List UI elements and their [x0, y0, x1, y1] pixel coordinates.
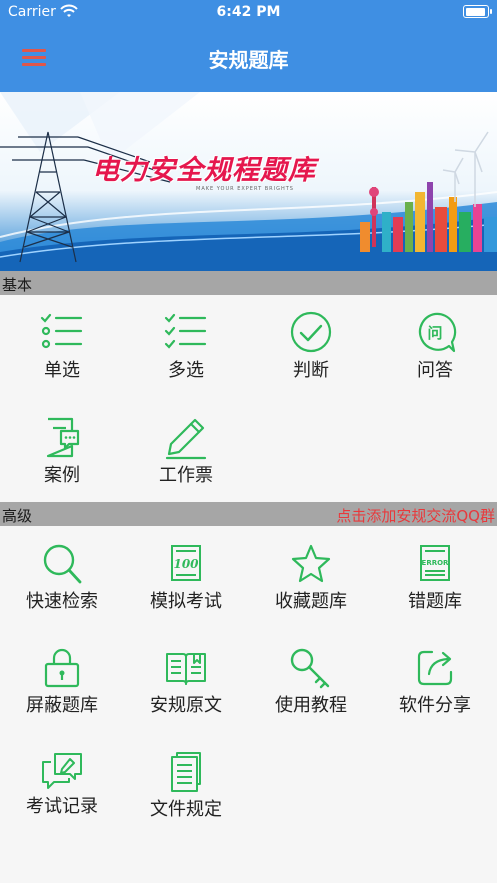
error-book-icon: ERROR	[420, 545, 450, 581]
grid-label: 软件分享	[399, 695, 471, 716]
grid-item-mock-exam[interactable]: 100 模拟考试	[124, 542, 248, 622]
grid-label: 考试记录	[26, 796, 98, 817]
status-bar: Carrier 6:42 PM	[0, 0, 497, 24]
grid-label: 安规原文	[150, 695, 222, 716]
open-book-icon	[166, 653, 206, 685]
section-header-advanced: 高级 点击添加安规交流QQ群	[0, 502, 497, 526]
section-header-basic: 基本	[0, 271, 497, 295]
grid-item-case[interactable]: 案例	[0, 416, 124, 496]
grid-label: 工作票	[159, 465, 213, 486]
grid-item-multi-choice[interactable]: 多选	[124, 311, 248, 391]
banner[interactable]: 电力安全规程题库 MAKE YOUR EXPERT BRIGHTS	[0, 92, 497, 271]
single-choice-list-icon	[40, 313, 83, 349]
multi-choice-list-icon	[164, 313, 207, 349]
exam-score-icon: 100	[171, 545, 201, 581]
svg-text:100: 100	[173, 557, 199, 571]
grid-item-error-bank[interactable]: ERROR 错题库	[373, 542, 497, 622]
grid-item-original-text[interactable]: 安规原文	[124, 646, 248, 726]
question-bubble-icon: 问	[418, 312, 457, 353]
battery-level	[465, 7, 485, 16]
grid-label: 错题库	[408, 591, 462, 612]
documents-icon	[171, 752, 201, 792]
grid-label: 案例	[44, 465, 80, 486]
battery-icon	[463, 5, 492, 18]
grid-label: 屏蔽题库	[26, 695, 98, 716]
lock-icon	[44, 648, 80, 688]
grid-item-quick-search[interactable]: 快速检索	[0, 542, 124, 622]
grid-item-tutorial[interactable]: 使用教程	[249, 646, 373, 726]
clock: 6:42 PM	[216, 4, 281, 20]
grid-item-blocked-bank[interactable]: 屏蔽题库	[0, 646, 124, 726]
grid-label: 多选	[168, 360, 204, 381]
share-icon	[417, 650, 453, 686]
search-icon	[43, 544, 82, 584]
grid-item-judge[interactable]: 判断	[249, 311, 373, 391]
grid-label: 使用教程	[275, 695, 347, 716]
grid-label: 文件规定	[150, 799, 222, 820]
grid-item-exam-records[interactable]: 考试记录	[0, 750, 124, 830]
grid-label: 判断	[293, 360, 329, 381]
join-qq-group-link[interactable]: 点击添加安规交流QQ群	[336, 505, 495, 526]
grid-item-work-ticket[interactable]: 工作票	[124, 416, 248, 496]
key-icon	[290, 648, 330, 689]
grid-label: 单选	[44, 360, 80, 381]
star-icon	[291, 544, 331, 583]
pencil-edit-icon	[165, 418, 207, 460]
grid-item-qa[interactable]: 问 问答	[373, 311, 497, 391]
banner-title: 电力安全规程题库	[92, 155, 316, 186]
grid-item-share[interactable]: 软件分享	[373, 646, 497, 726]
page-title: 安规题库	[208, 48, 289, 72]
grid-item-favorites[interactable]: 收藏题库	[249, 542, 373, 622]
nav-bar: 安规题库	[0, 24, 497, 92]
svg-text:ERROR: ERROR	[422, 559, 450, 567]
svg-text:问: 问	[427, 324, 442, 342]
grid-label: 收藏题库	[275, 591, 347, 612]
grid-label: 快速检索	[26, 591, 98, 612]
grid-label: 模拟考试	[150, 591, 222, 612]
chat-edit-icon	[42, 753, 82, 789]
grid-item-single-choice[interactable]: 单选	[0, 311, 124, 391]
section-label-advanced: 高级	[2, 507, 33, 525]
check-circle-icon	[290, 311, 332, 353]
case-document-icon	[46, 417, 80, 458]
banner-subtitle: MAKE YOUR EXPERT BRIGHTS	[196, 186, 294, 192]
section-label-basic: 基本	[2, 276, 33, 294]
grid-label: 问答	[417, 360, 453, 381]
grid-item-file-rules[interactable]: 文件规定	[124, 750, 248, 830]
